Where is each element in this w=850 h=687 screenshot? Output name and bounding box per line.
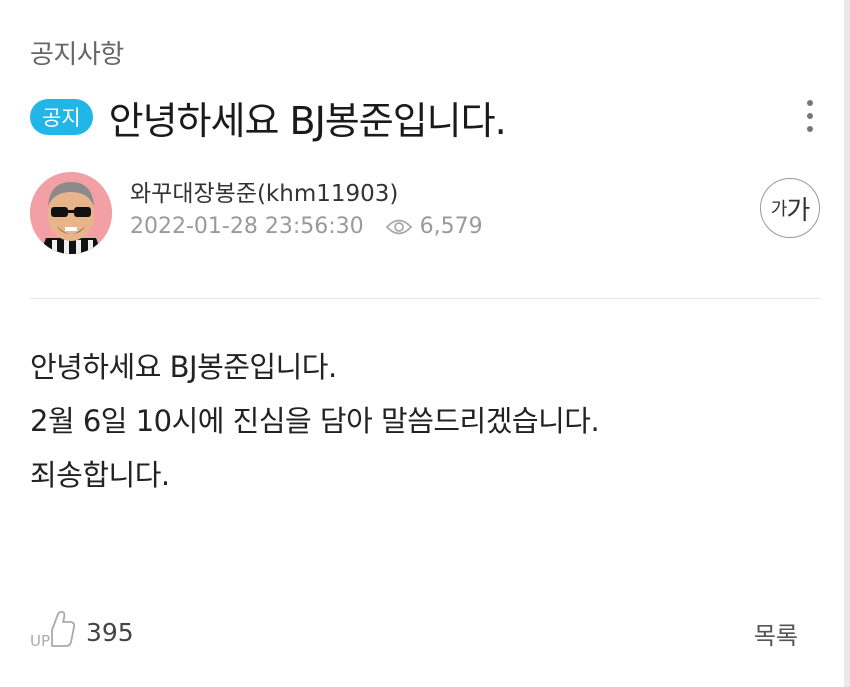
post-meta: 2022-01-28 23:56:30 6,579	[130, 214, 483, 239]
thumbs-up-icon: UP	[30, 608, 76, 656]
font-size-small-label: 가	[770, 199, 788, 220]
post-datetime: 2022-01-28 23:56:30	[130, 214, 364, 239]
avatar[interactable]	[30, 172, 112, 254]
divider	[30, 298, 820, 299]
view-count: 6,579	[419, 214, 483, 239]
post-title: 안녕하세요 BJ봉준입니다.	[108, 98, 507, 143]
more-options-button[interactable]	[800, 98, 820, 134]
post-footer: UP 395 목록	[30, 606, 820, 658]
post-body-line: 안녕하세요 BJ봉준입니다.	[30, 350, 337, 384]
post-body: 안녕하세요 BJ봉준입니다. 2월 6일 10시에 진심을 담아 말씀드리겠습니…	[30, 340, 820, 502]
post-body-line: 2월 6일 10시에 진심을 담아 말씀드리겠습니다.	[30, 404, 600, 438]
board-category[interactable]: 공지사항	[30, 34, 124, 71]
post-title-row: 공지 안녕하세요 BJ봉준입니다.	[30, 92, 820, 143]
like-icon-text: UP	[30, 632, 50, 650]
like-count: 395	[86, 617, 134, 647]
like-button[interactable]: UP 395	[30, 606, 134, 658]
notice-badge: 공지	[30, 99, 93, 135]
scroll-edge	[844, 0, 850, 687]
list-button[interactable]: 목록	[754, 616, 798, 651]
eye-icon	[385, 218, 412, 236]
font-size-large-label: 가	[786, 195, 810, 226]
font-size-button[interactable]: 가가	[760, 178, 820, 238]
author-name[interactable]: 와꾸대장봉준(khm11903)	[130, 174, 398, 208]
more-vertical-icon	[807, 100, 813, 106]
author-info: 와꾸대장봉준(khm11903) 2022-01-28 23:56:30 6,5…	[30, 172, 820, 256]
post-body-line: 죄송합니다.	[30, 458, 170, 492]
avatar-image	[30, 172, 112, 254]
